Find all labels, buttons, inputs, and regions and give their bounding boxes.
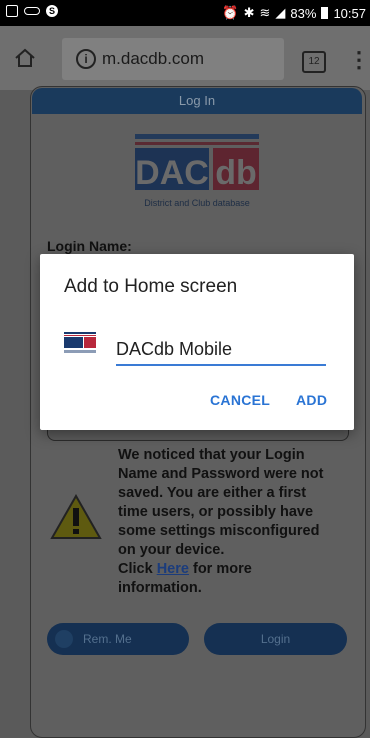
login-button[interactable]: Login xyxy=(204,623,347,655)
svg-text:District and Club database: District and Club database xyxy=(144,198,250,208)
image-notification-icon xyxy=(6,5,18,17)
info-icon[interactable]: i xyxy=(76,49,96,69)
remember-me-toggle[interactable]: Rem. Me xyxy=(47,623,189,655)
shortcut-name-input[interactable] xyxy=(116,334,326,366)
battery-percent: 83% xyxy=(290,5,317,21)
svg-text:db: db xyxy=(215,154,257,192)
clock: 10:57 xyxy=(333,5,366,21)
url-text: m.dacdb.com xyxy=(102,49,205,68)
signal-icon: ◢ xyxy=(275,5,286,20)
overflow-menu-icon[interactable]: ⋮ xyxy=(348,48,370,72)
cancel-button[interactable]: CANCEL xyxy=(210,392,270,408)
add-to-home-dialog: Add to Home screen CANCEL ADD xyxy=(40,254,354,430)
skype-notification-icon: S xyxy=(46,5,58,17)
address-bar[interactable]: i m.dacdb.com xyxy=(62,38,284,80)
notice-line: time users, or possibly have xyxy=(118,504,314,520)
notice-text: We noticed that your Login Name and Pass… xyxy=(118,446,348,598)
key-notification-icon xyxy=(24,7,40,15)
panel-header: Log In xyxy=(32,88,362,114)
notice-line-click: Click Here for more xyxy=(118,561,252,577)
dacdb-logo: DAC db District and Club database xyxy=(135,134,259,208)
svg-text:DAC: DAC xyxy=(135,154,209,192)
app-shortcut-icon xyxy=(64,332,96,353)
add-button[interactable]: ADD xyxy=(296,392,327,408)
home-icon[interactable] xyxy=(14,48,36,68)
warning-icon xyxy=(50,494,102,539)
remember-me-radio[interactable] xyxy=(55,630,73,648)
tab-switcher-button[interactable]: 12 xyxy=(302,51,326,73)
notice-line: information. xyxy=(118,580,202,596)
login-name-label: Login Name: xyxy=(47,238,132,254)
notice-line: We noticed that your Login xyxy=(118,447,305,463)
browser-toolbar: i m.dacdb.com 12 ⋮ xyxy=(0,26,370,90)
alarm-icon: ⏰ xyxy=(222,5,239,20)
battery-icon xyxy=(321,7,329,19)
notice-line: saved. You are either a first xyxy=(118,485,307,501)
dialog-title: Add to Home screen xyxy=(64,276,238,297)
bluetooth-icon: ✱ xyxy=(243,5,255,20)
notice-line: some settings misconfigured xyxy=(118,523,320,539)
status-bar: S ⏰ ✱ ≋ ◢ 83% 10:57 xyxy=(0,0,370,26)
here-link[interactable]: Here xyxy=(157,561,189,577)
wifi-icon: ≋ xyxy=(259,5,271,20)
notice-line: Name and Password were not xyxy=(118,466,324,482)
remember-me-label: Rem. Me xyxy=(83,632,132,646)
notice-line: on your device. xyxy=(118,542,225,558)
